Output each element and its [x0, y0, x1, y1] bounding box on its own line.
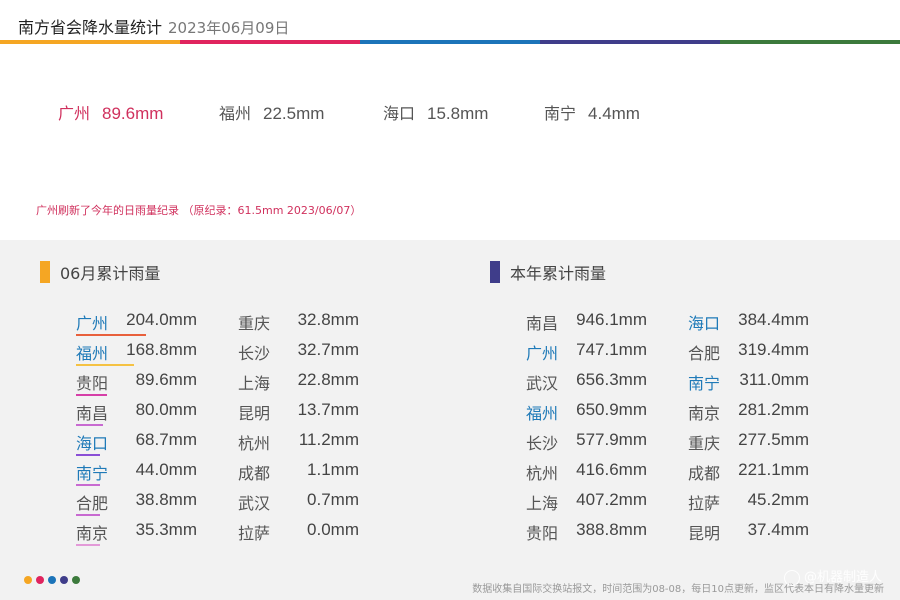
row-value: 384.4mm — [738, 310, 809, 329]
title-text: 南方省会降水量统计 — [18, 18, 163, 37]
stripe-segment — [540, 40, 720, 44]
row-value: 45.2mm — [747, 490, 809, 509]
table-row: 海口 384.4mm — [0, 310, 900, 336]
yearly-title: 本年累计雨量 — [510, 264, 607, 283]
today-city: 福州 — [219, 104, 252, 123]
watermark-text: @机器制造人 — [803, 570, 882, 585]
table-row: 南宁 311.0mm — [0, 370, 900, 396]
table-row: 拉萨 45.2mm — [0, 490, 900, 516]
today-rainfall: 广州 89.6mm 福州 22.5mm 海口 15.8mm 南宁 4.4mm — [0, 100, 900, 124]
today-item: 南宁 4.4mm — [544, 100, 640, 124]
footer-dot — [24, 576, 32, 584]
row-city: 海口 — [688, 314, 721, 333]
today-value: 89.6mm — [102, 104, 164, 123]
cumulative-panel: 06月累计雨量 本年累计雨量 广州 204.0mm 福州 168.8mm 贵阳 89.6m… — [0, 240, 900, 600]
row-city: 拉萨 — [688, 494, 721, 513]
table-row: 昆明 37.4mm — [0, 520, 900, 546]
record-note: 广州刷新了今年的日雨量纪录 （原纪录：61.5mm 2023/06/07） — [36, 204, 362, 217]
footer-dot — [60, 576, 68, 584]
today-value: 4.4mm — [588, 104, 640, 123]
row-city: 昆明 — [688, 524, 721, 543]
stripe-segment — [720, 40, 900, 44]
camera-icon — [783, 569, 800, 586]
today-item: 海口 15.8mm — [383, 100, 488, 124]
stripe-segment — [0, 40, 180, 44]
row-city: 合肥 — [688, 344, 721, 363]
today-city: 广州 — [58, 104, 91, 123]
row-value: 319.4mm — [738, 340, 809, 359]
table-row: 成都 221.1mm — [0, 460, 900, 486]
monthly-section-header: 06月累计雨量 — [40, 260, 160, 284]
header: 南方省会降水量统计 2023年06月09日 — [0, 0, 900, 44]
footer-dot — [48, 576, 56, 584]
table-row: 南京 281.2mm — [0, 400, 900, 426]
yearly-accent-bar — [490, 261, 500, 283]
today-value: 22.5mm — [263, 104, 325, 123]
table-row: 重庆 277.5mm — [0, 430, 900, 456]
stripe-segment — [180, 40, 360, 44]
monthly-accent-bar — [40, 261, 50, 283]
row-value: 277.5mm — [738, 430, 809, 449]
today-item: 福州 22.5mm — [219, 100, 324, 124]
stripe-segment — [360, 40, 540, 44]
row-city: 重庆 — [688, 434, 721, 453]
monthly-title: 06月累计雨量 — [60, 264, 161, 283]
color-stripe — [0, 40, 900, 44]
footer-dots — [24, 576, 80, 584]
table-row: 合肥 319.4mm — [0, 340, 900, 366]
yearly-section-header: 本年累计雨量 — [490, 260, 606, 284]
title-date: 2023年06月09日 — [168, 19, 290, 37]
today-city: 海口 — [383, 104, 416, 123]
today-item: 广州 89.6mm — [58, 100, 163, 124]
footer-dot — [72, 576, 80, 584]
row-value: 281.2mm — [738, 400, 809, 419]
watermark: @机器制造人 — [783, 566, 882, 586]
today-city: 南宁 — [544, 104, 577, 123]
page-title: 南方省会降水量统计 2023年06月09日 — [18, 14, 289, 38]
row-city: 南宁 — [688, 374, 721, 393]
row-city: 南京 — [688, 404, 721, 423]
today-value: 15.8mm — [427, 104, 489, 123]
row-city: 成都 — [688, 464, 721, 483]
footer-dot — [36, 576, 44, 584]
row-value: 37.4mm — [747, 520, 809, 539]
row-value: 221.1mm — [738, 460, 809, 479]
row-value: 311.0mm — [739, 370, 809, 389]
